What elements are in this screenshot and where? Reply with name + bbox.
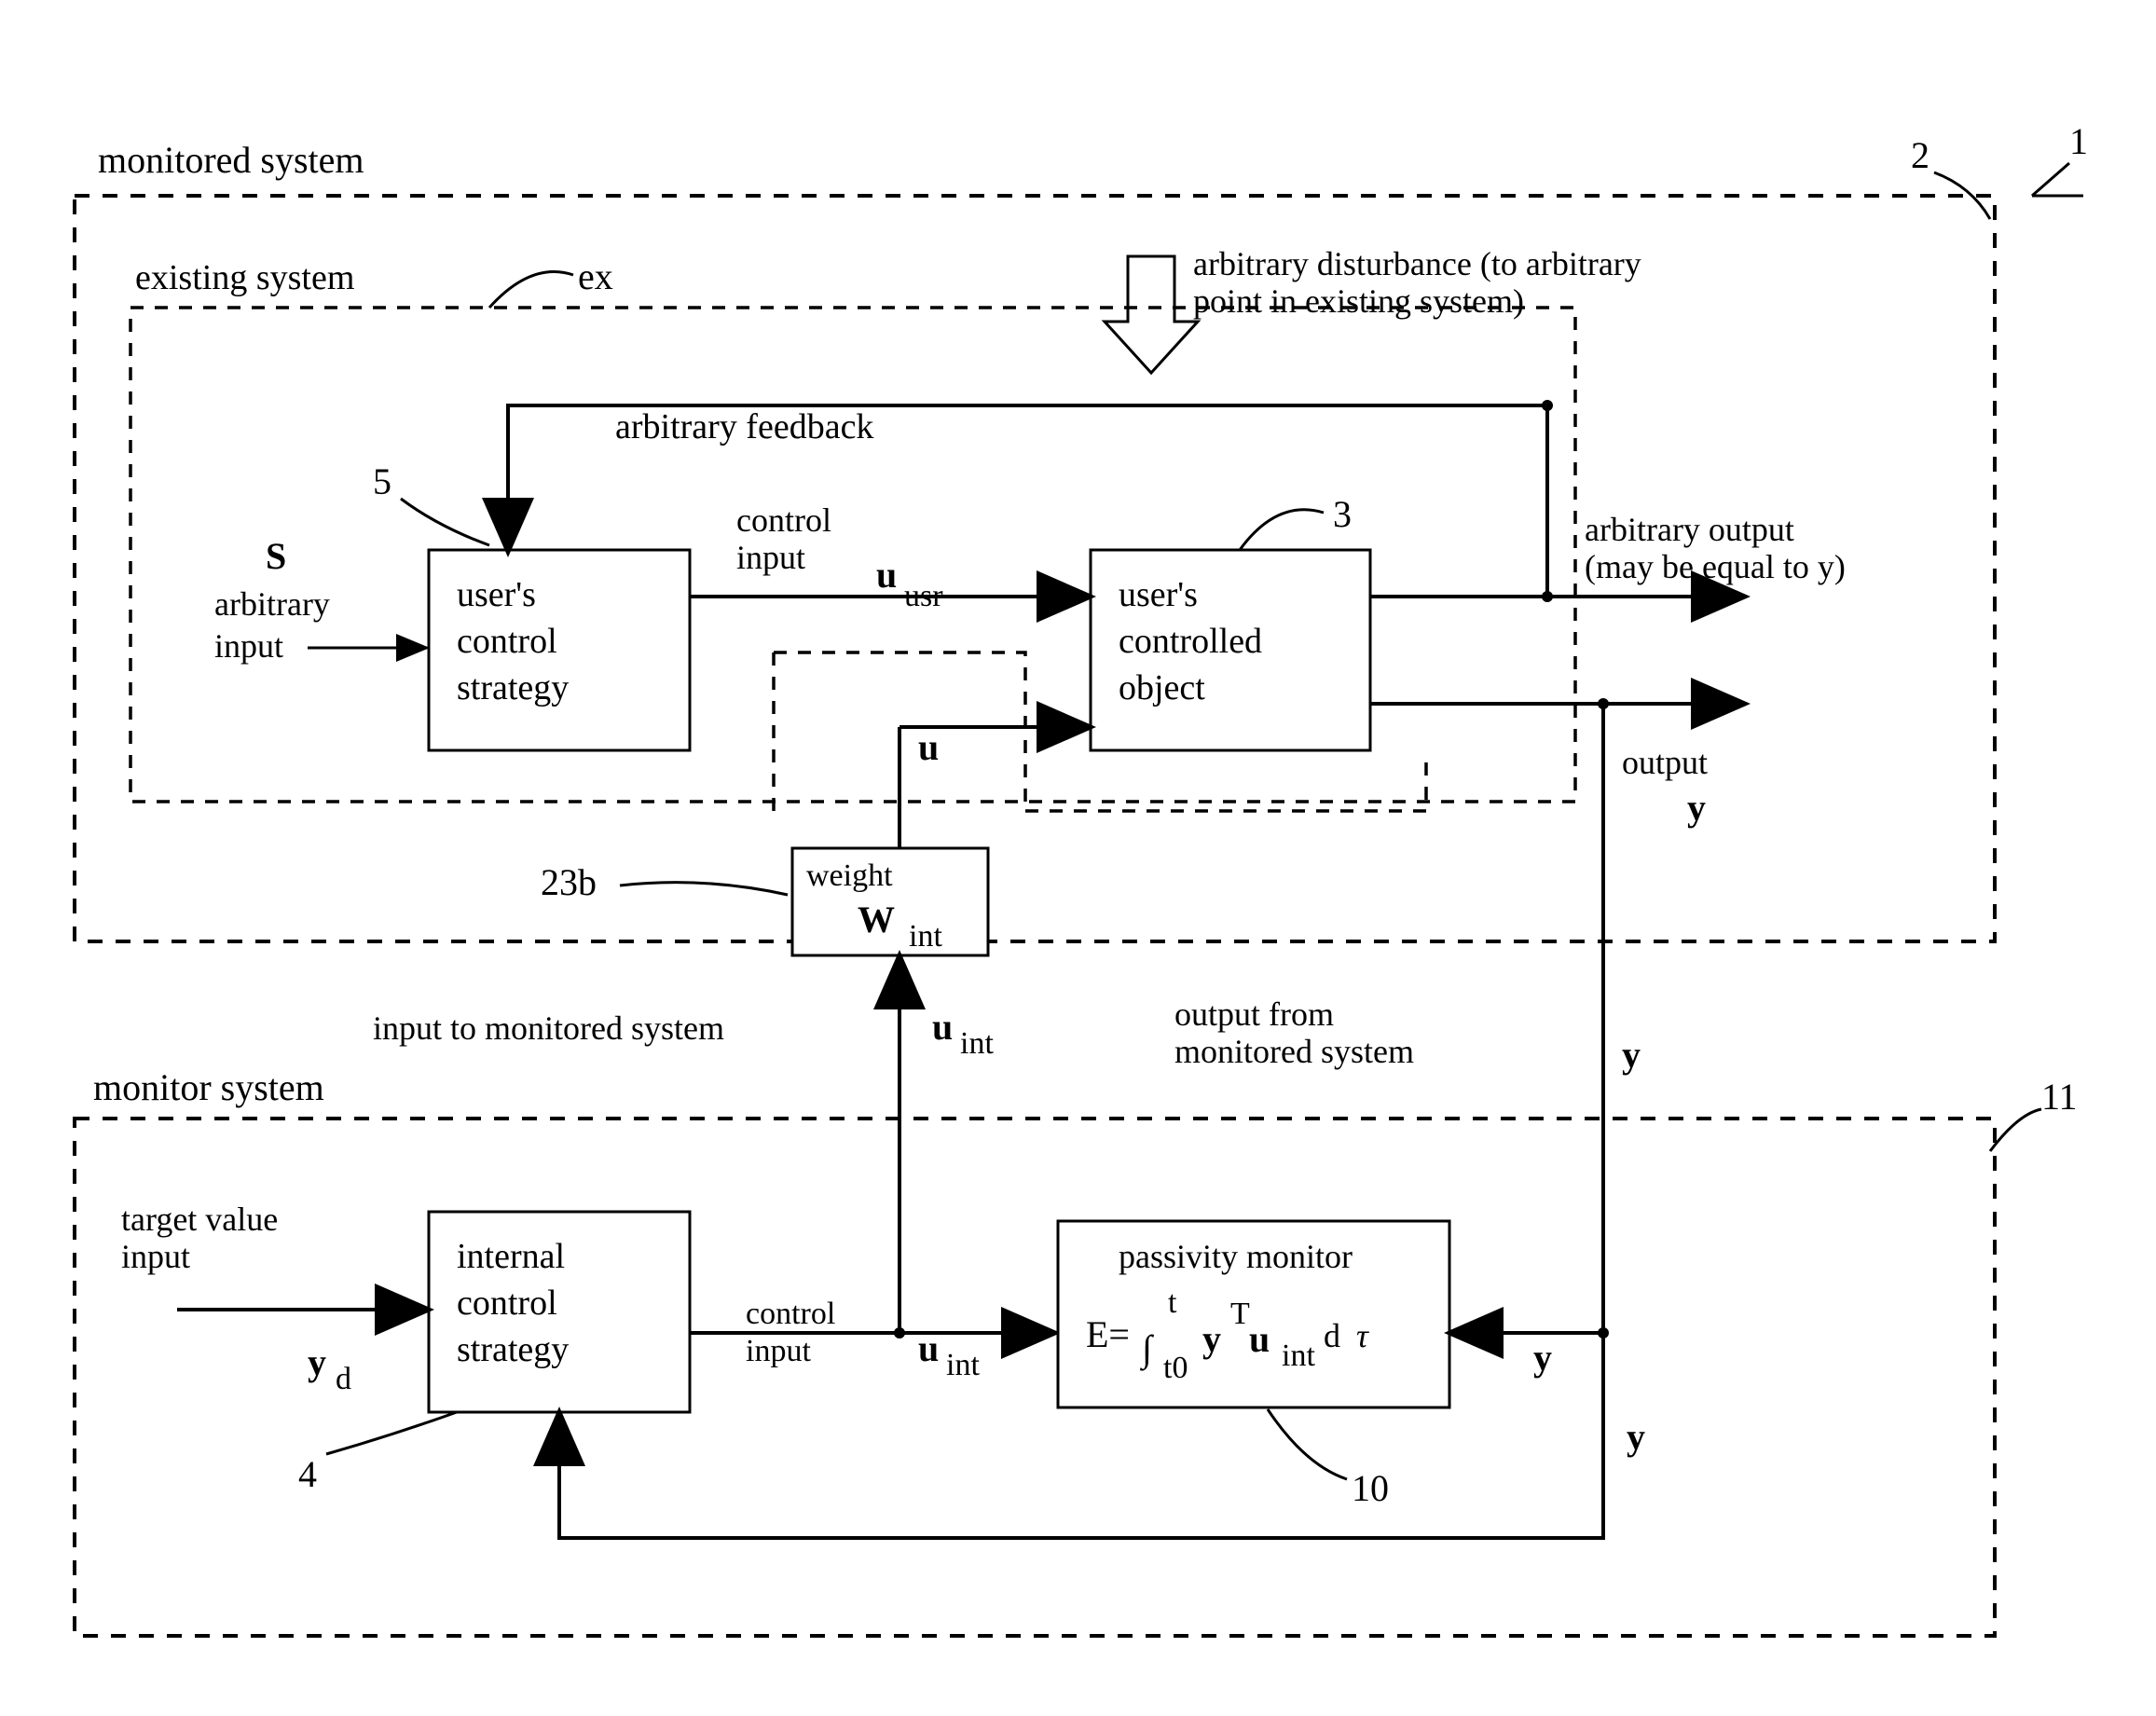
ctrl-inp2-2: input bbox=[746, 1334, 811, 1368]
pm-t: t bbox=[1168, 1285, 1177, 1320]
target-2: input bbox=[121, 1238, 190, 1275]
pm-T: T bbox=[1230, 1297, 1250, 1331]
uusr-u: u bbox=[876, 554, 897, 596]
arb-out-1: arbitrary output bbox=[1585, 511, 1794, 548]
disturbance-arrow bbox=[1105, 256, 1198, 373]
label-10-arc bbox=[1268, 1409, 1347, 1479]
pm-t0: t0 bbox=[1163, 1351, 1188, 1385]
Wint-W: W bbox=[858, 899, 895, 940]
ucs-l3: strategy bbox=[457, 668, 569, 707]
Wint-sub: int bbox=[909, 919, 942, 954]
uint-sub: int bbox=[960, 1026, 994, 1061]
label-5: 5 bbox=[373, 460, 391, 502]
ics-l2: control bbox=[457, 1284, 557, 1323]
monitored-system-title: monitored system bbox=[98, 139, 364, 181]
arb-input-1: arbitrary bbox=[214, 585, 330, 623]
input-mon-lbl: input to monitored system bbox=[373, 1009, 724, 1047]
arb-input-2: input bbox=[214, 627, 283, 665]
label-4-arc bbox=[326, 1412, 457, 1454]
ctrl-input-lbl-1: control bbox=[736, 501, 831, 539]
uint2-sub: int bbox=[946, 1348, 980, 1382]
label-1: 1 bbox=[2069, 120, 2088, 162]
label-ex: ex bbox=[578, 255, 613, 297]
arb-feedback-lbl: arbitrary feedback bbox=[615, 407, 873, 446]
label-1-tick bbox=[2032, 163, 2083, 196]
ucs-l1: user's bbox=[457, 575, 536, 614]
label-23b-arc bbox=[620, 883, 788, 895]
pm-d: d bbox=[1324, 1317, 1340, 1354]
uco-l1: user's bbox=[1119, 575, 1198, 614]
pm-u: u bbox=[1249, 1318, 1270, 1360]
out-mon-2: monitored system bbox=[1174, 1033, 1414, 1070]
label-10: 10 bbox=[1352, 1467, 1389, 1509]
pm-y: y bbox=[1202, 1318, 1221, 1360]
yd-sub: d bbox=[336, 1362, 351, 1396]
output-lbl: output bbox=[1622, 744, 1708, 781]
ucs-l2: control bbox=[457, 622, 557, 661]
label-11-arc bbox=[1990, 1109, 2041, 1151]
ctrl-input-lbl-2: input bbox=[736, 539, 805, 576]
label-23b: 23b bbox=[541, 861, 597, 903]
label-ex-arc bbox=[489, 272, 573, 308]
ctrl-inp2-1: control bbox=[746, 1297, 835, 1331]
monitor-system-title: monitor system bbox=[93, 1066, 324, 1108]
y-mid: y bbox=[1622, 1034, 1641, 1076]
uco-l2: controlled bbox=[1119, 622, 1262, 661]
label-3-arc bbox=[1240, 510, 1324, 550]
label-11: 11 bbox=[2041, 1076, 2078, 1118]
ics-l1: internal bbox=[457, 1237, 565, 1276]
label-S: S bbox=[266, 535, 286, 577]
monitor-system-box bbox=[75, 1119, 1995, 1636]
weight-lbl: weight bbox=[806, 858, 893, 893]
label-2: 2 bbox=[1911, 134, 1929, 176]
label-5-arc bbox=[401, 499, 489, 545]
yd-y: y bbox=[308, 1341, 326, 1383]
y-lbl: y bbox=[1687, 787, 1706, 829]
target-1: target value bbox=[121, 1201, 278, 1238]
label-3: 3 bbox=[1333, 493, 1352, 535]
y-pm-lbl: y bbox=[1533, 1337, 1552, 1379]
disturbance-text-1: arbitrary disturbance (to arbitrary bbox=[1193, 245, 1641, 282]
pm-tau: τ bbox=[1356, 1317, 1369, 1354]
out-mon-1: output from bbox=[1174, 995, 1334, 1033]
y-fb-lbl: y bbox=[1627, 1416, 1645, 1458]
pm-usub: int bbox=[1282, 1338, 1315, 1373]
arb-out-2: (may be equal to y) bbox=[1585, 548, 1846, 585]
uint-u: u bbox=[932, 1006, 953, 1048]
pm-E: E= bbox=[1086, 1313, 1130, 1355]
label-4: 4 bbox=[298, 1453, 317, 1495]
disturbance-text-2: point in existing system) bbox=[1193, 282, 1524, 320]
uint2-u: u bbox=[918, 1327, 939, 1369]
existing-system-title: existing system bbox=[135, 258, 354, 297]
uco-l3: object bbox=[1119, 668, 1205, 707]
node-arb-out bbox=[1542, 591, 1553, 602]
ics-l3: strategy bbox=[457, 1330, 569, 1369]
pm-title: passivity monitor bbox=[1119, 1238, 1353, 1275]
uusr-sub: usr bbox=[904, 579, 943, 613]
u-lbl: u bbox=[918, 726, 939, 768]
